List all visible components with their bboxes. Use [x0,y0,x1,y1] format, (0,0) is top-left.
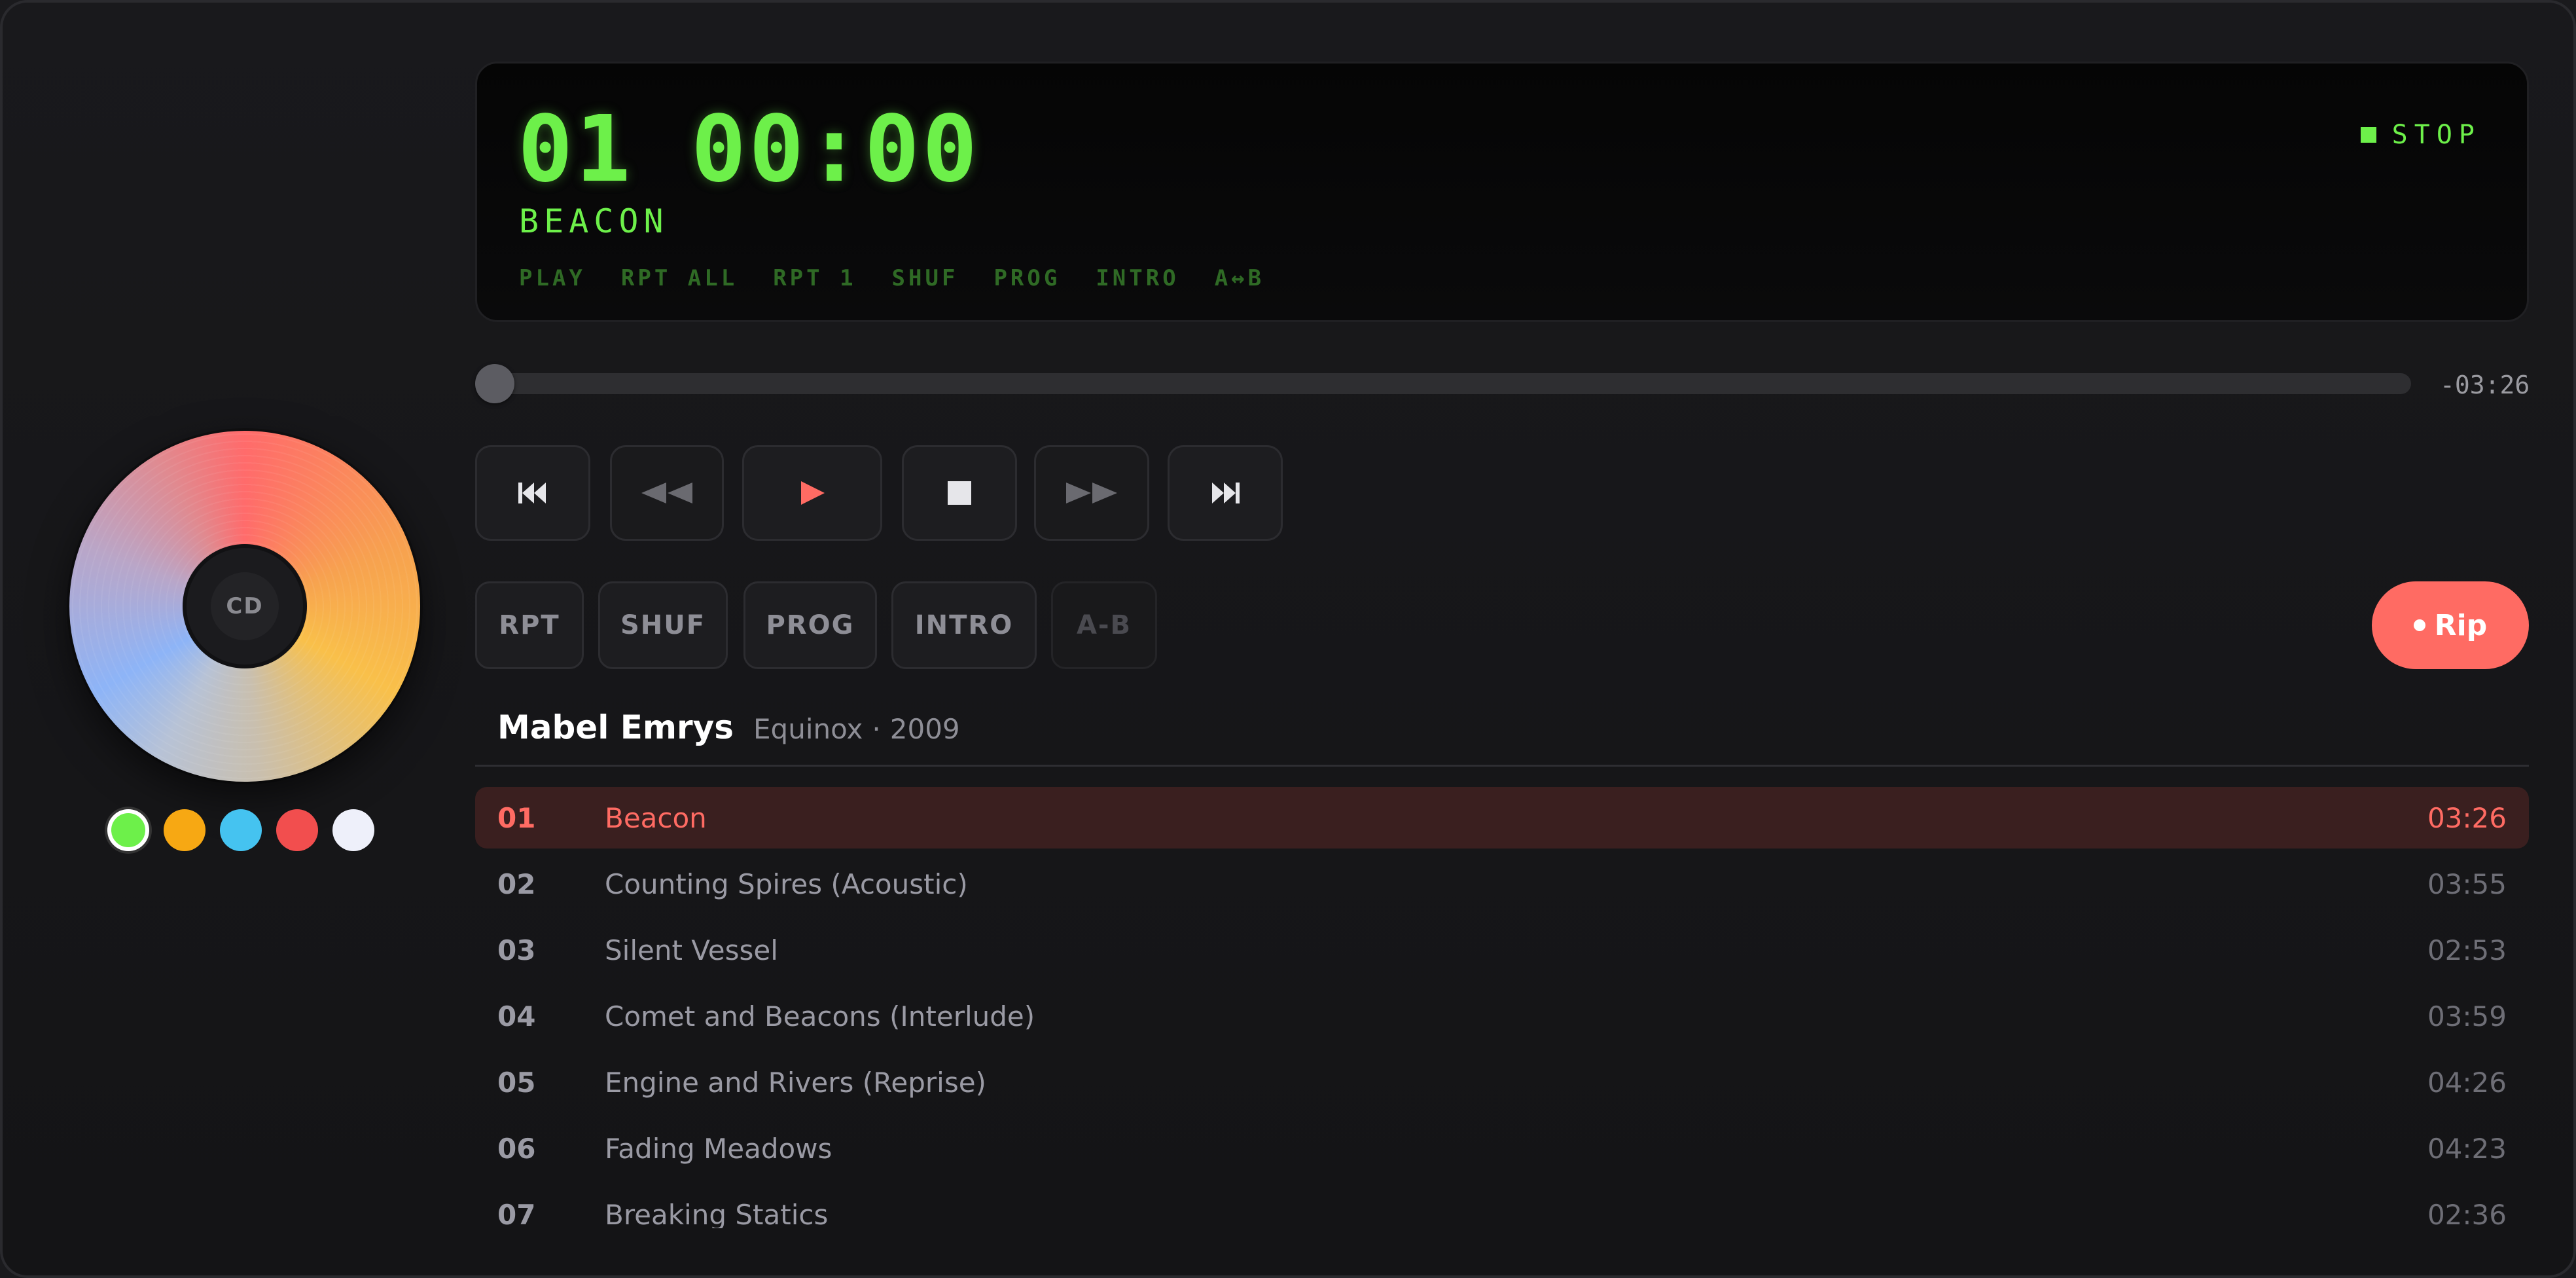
track-number: 03 [497,934,536,966]
lcd-mode-shuf: SHUF [891,265,959,291]
lcd-mode-play: PLAY [519,265,586,291]
swatch-white[interactable] [332,809,374,851]
track-row[interactable]: 06 Fading Meadows 04:23 [475,1118,2529,1179]
track-row[interactable]: 07 Breaking Statics 02:36 [475,1184,2529,1229]
track-title: Comet and Beacons (Interlude) [605,1000,1035,1032]
remaining-time: -03:26 [2440,371,2530,399]
album-year: 2009 [889,713,960,745]
track-duration: 03:26 [2427,801,2507,834]
next-track-button[interactable] [1168,445,1283,541]
shuffle-button[interactable]: SHUF [598,581,728,669]
lcd-status-text: STOP [2391,120,2481,150]
track-row[interactable]: 01 Beacon 03:26 [475,787,2529,849]
track-number: 01 [497,801,536,834]
intro-button[interactable]: INTRO [891,581,1037,669]
track-title: Beacon [605,801,707,834]
seek-bar-handle[interactable] [475,364,514,403]
lcd-mode-rpt-1: RPT 1 [773,265,857,291]
ab-repeat-button[interactable]: A-B [1051,581,1157,669]
swatch-blue[interactable] [220,809,262,851]
lcd-status: STOP [2360,120,2481,150]
color-swatches [107,809,374,851]
album-divider [475,765,2529,767]
track-duration: 02:53 [2427,934,2507,966]
rip-button[interactable]: Rip [2372,581,2529,669]
track-title: Engine and Rivers (Reprise) [605,1066,986,1099]
track-title: Silent Vessel [605,934,778,966]
lcd-elapsed-time: 00:00 [690,96,980,203]
album-separator: · [872,713,881,745]
track-row[interactable]: 02 Counting Spires (Acoustic) 03:55 [475,853,2529,915]
swatch-orange[interactable] [164,809,206,851]
seek-bar[interactable] [475,364,2411,403]
track-duration: 04:23 [2427,1132,2507,1165]
track-duration: 03:59 [2427,1000,2507,1032]
album-header: Mabel Emrys Equinox · 2009 [497,708,960,746]
track-number: 02 [497,867,536,900]
stop-status-icon [2360,127,2376,143]
disc-hub: CD [183,544,307,668]
program-button[interactable]: PROG [743,581,877,669]
album-title: Equinox [753,713,863,745]
track-list: 01 Beacon 03:26 02 Counting Spires (Acou… [475,787,2529,1228]
fast-forward-icon [1066,483,1117,503]
lcd-time-readout: 01 00:00 [518,96,980,203]
previous-track-button[interactable] [475,445,590,541]
lcd-mode-intro: INTRO [1096,265,1179,291]
player-window: CD 01 00:00 BEACON PLAY RPT ALL RPT 1 SH… [0,0,2576,1278]
track-title: Counting Spires (Acoustic) [605,867,968,900]
stop-icon [948,481,971,505]
album-meta: Equinox · 2009 [753,713,960,745]
disc-label: CD [211,572,279,640]
track-duration: 02:36 [2427,1198,2507,1229]
track-duration: 03:55 [2427,867,2507,900]
rewind-icon [641,483,692,503]
lcd-mode-prog: PROG [993,265,1061,291]
rewind-button[interactable] [610,445,724,541]
lcd-mode-indicators: PLAY RPT ALL RPT 1 SHUF PROG INTRO A↔B [519,265,1264,291]
track-row[interactable]: 05 Engine and Rivers (Reprise) 04:26 [475,1051,2529,1113]
lcd-track-title: BEACON [519,202,669,240]
track-number: 07 [497,1198,536,1229]
play-button[interactable] [742,445,882,541]
stop-button[interactable] [902,445,1017,541]
record-dot-icon [2413,619,2425,631]
track-title: Fading Meadows [605,1132,832,1165]
track-number: 05 [497,1066,536,1099]
lcd-track-number: 01 [518,96,634,203]
play-icon [801,481,825,505]
cd-disc[interactable]: CD [69,431,420,782]
track-number: 06 [497,1132,536,1165]
previous-track-icon [518,483,546,503]
track-duration: 04:26 [2427,1066,2507,1099]
next-track-icon [1212,483,1240,503]
lcd-mode-ab: A↔B [1214,265,1265,291]
lcd-display: 01 00:00 BEACON PLAY RPT ALL RPT 1 SHUF … [475,62,2529,322]
lcd-mode-rpt-all: RPT ALL [620,265,738,291]
swatch-red[interactable] [276,809,318,851]
track-row[interactable]: 03 Silent Vessel 02:53 [475,919,2529,981]
repeat-button[interactable]: RPT [475,581,584,669]
fast-forward-button[interactable] [1034,445,1149,541]
track-number: 04 [497,1000,536,1032]
artist-name: Mabel Emrys [497,708,734,746]
track-title: Breaking Statics [605,1198,829,1229]
swatch-green[interactable] [107,809,149,851]
track-row[interactable]: 04 Comet and Beacons (Interlude) 03:59 [475,985,2529,1047]
rip-button-label: Rip [2434,608,2488,642]
